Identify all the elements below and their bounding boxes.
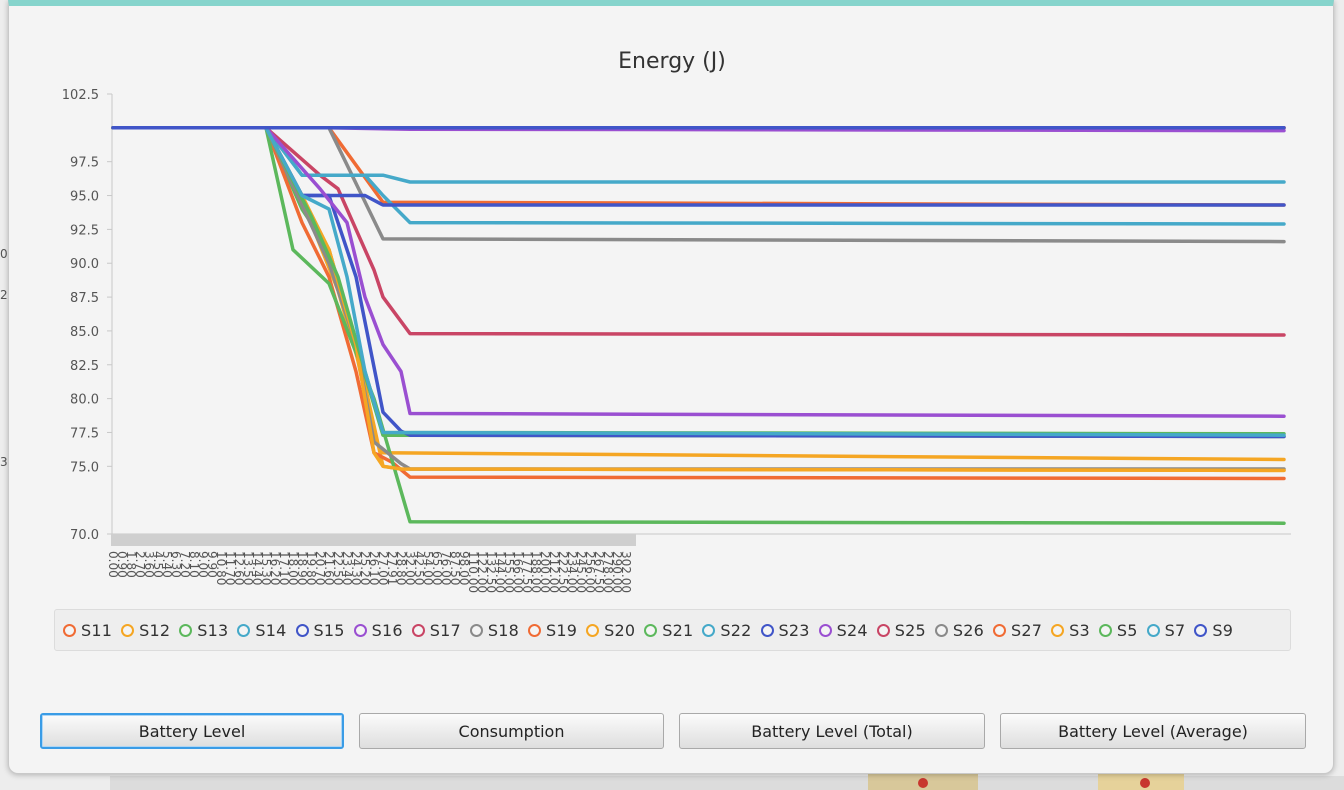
- y-tick-label: 90.0: [70, 257, 99, 272]
- legend-label: S21: [662, 620, 694, 640]
- series-lines: [111, 126, 1286, 525]
- legend-marker-icon: [121, 623, 135, 637]
- consumption-button[interactable]: Consumption: [359, 713, 664, 749]
- y-tick-label: 87.5: [70, 291, 99, 306]
- legend-label: S26: [952, 620, 984, 640]
- legend-item-s20: S20: [586, 621, 635, 640]
- map-pin-icon: [1140, 778, 1150, 788]
- legend-marker-icon: [1051, 623, 1065, 637]
- legend-label: S19: [546, 620, 578, 640]
- legend-marker-icon: [295, 623, 309, 637]
- legend-label: S9: [1212, 620, 1234, 640]
- legend-item-s7: S7: [1146, 620, 1186, 640]
- legend-label: S16: [371, 620, 403, 640]
- legend-marker-icon: [1194, 623, 1208, 637]
- legend-marker-icon: [353, 623, 367, 637]
- legend-label: S22: [720, 620, 752, 640]
- y-tick-label: 70.0: [70, 528, 99, 543]
- legend-item-s19: S19: [528, 621, 577, 640]
- legend-label: S15: [313, 620, 345, 640]
- legend-marker-icon: [411, 623, 425, 637]
- y-tick-label: 82.5: [70, 359, 99, 374]
- legend-marker-icon: [63, 623, 76, 637]
- legend-item-s14: S14: [237, 621, 286, 640]
- series-line-s26: [111, 126, 1286, 471]
- legend-marker-icon: [1098, 623, 1112, 637]
- y-tick-label: 92.5: [70, 223, 99, 238]
- series-line-s7: [111, 126, 1286, 437]
- chart-legend: S11 S12 S13 S14 S15 S16 S17 S18 S19 S20 S21 S22 S23 S…: [54, 609, 1291, 651]
- legend-marker-icon: [760, 623, 774, 637]
- battery-level-button[interactable]: Battery Level: [40, 713, 344, 749]
- legend-marker-icon: [876, 623, 890, 637]
- legend-label: S12: [139, 620, 171, 640]
- legend-marker-icon: [179, 623, 193, 637]
- legend-marker-icon: [586, 623, 600, 637]
- legend-item-s13: S13: [179, 621, 228, 640]
- y-tick-label: 80.0: [70, 393, 99, 408]
- battery-level-average-button[interactable]: Battery Level (Average): [1000, 713, 1306, 749]
- background-label: 2: [0, 288, 8, 302]
- legend-label: S23: [778, 620, 810, 640]
- legend-item-s12: S12: [121, 621, 170, 640]
- legend-item-s25: S25: [876, 620, 926, 640]
- y-tick-label: 97.5: [70, 156, 99, 171]
- legend-item-s17: S17: [411, 620, 461, 640]
- legend-marker-icon: [934, 623, 948, 637]
- y-tick-label: 75.0: [70, 460, 99, 475]
- legend-marker-icon: [237, 623, 251, 637]
- legend-item-s5: S5: [1098, 620, 1138, 640]
- legend-marker-icon: [993, 623, 1006, 637]
- legend-item-s21: S21: [644, 621, 693, 640]
- legend-item-s16: S16: [353, 620, 403, 640]
- legend-marker-icon: [818, 623, 832, 637]
- legend-label: S24: [836, 620, 868, 640]
- legend-label: S14: [255, 620, 287, 640]
- legend-marker-icon: [1146, 623, 1160, 637]
- legend-item-s9: S9: [1194, 621, 1233, 640]
- legend-item-s11: S11: [63, 621, 112, 640]
- legend-item-s27: S27: [993, 621, 1042, 640]
- map-pin-icon: [918, 778, 928, 788]
- legend-item-s15: S15: [295, 620, 345, 640]
- legend-marker-icon: [644, 623, 658, 637]
- chart-title: Energy (J): [618, 49, 726, 74]
- y-tick-label: 95.0: [70, 190, 99, 205]
- legend-label: S5: [1116, 620, 1138, 640]
- legend-item-s26: S26: [934, 620, 984, 640]
- legend-label: S20: [604, 620, 636, 640]
- legend-item-s18: S18: [469, 620, 519, 640]
- energy-chart: Energy (J) 70.0 75.0 77.5 80.0 82.5 85.0 87.5 9…: [62, 49, 1291, 593]
- x-tick-label: 302.00: [619, 551, 633, 593]
- legend-label: S27: [1011, 620, 1043, 640]
- series-line-s23: [111, 126, 1286, 207]
- chart-window: Energy (J) 70.0 75.0 77.5 80.0 82.5 85.0 87.5 9…: [8, 0, 1334, 774]
- legend-label: S13: [197, 620, 229, 640]
- background-label: 3: [0, 455, 8, 469]
- legend-label: S25: [894, 620, 926, 640]
- y-tick-label: 85.0: [70, 325, 99, 340]
- y-axis: 70.0 75.0 77.5 80.0 82.5 85.0 87.5 90.0 92.5 95.0…: [62, 88, 113, 543]
- legend-label: S3: [1069, 620, 1090, 640]
- legend-label: S11: [81, 620, 113, 640]
- x-axis: 0.000.901.802.703.604.505.406.307.208.10…: [106, 533, 1291, 593]
- legend-label: S18: [487, 620, 519, 640]
- legend-label: S17: [429, 620, 461, 640]
- legend-item-s23: S23: [760, 620, 810, 640]
- legend-marker-icon: [469, 623, 483, 637]
- legend-marker-icon: [528, 623, 541, 637]
- battery-level-total-button[interactable]: Battery Level (Total): [679, 713, 985, 749]
- series-line-s11: [111, 126, 1286, 207]
- y-tick-label: 102.5: [62, 88, 99, 103]
- legend-item-s22: S22: [702, 621, 751, 640]
- legend-label: S7: [1164, 620, 1186, 640]
- legend-marker-icon: [702, 623, 716, 637]
- legend-item-s3: S3: [1051, 621, 1090, 640]
- legend-item-s24: S24: [818, 620, 868, 640]
- x-axis-band: [111, 534, 636, 546]
- y-tick-label: 77.5: [70, 426, 99, 441]
- background-label: 0: [0, 247, 8, 261]
